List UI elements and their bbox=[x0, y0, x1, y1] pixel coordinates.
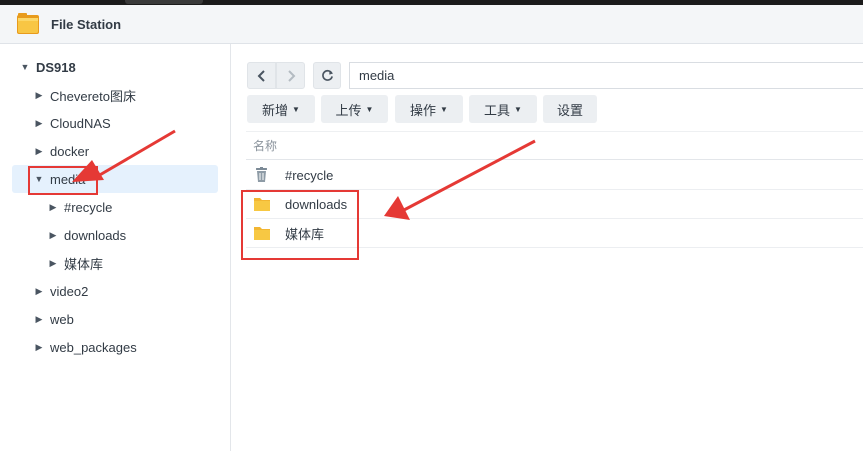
annotation-box-folders bbox=[241, 190, 359, 260]
caret-right-icon[interactable]: ▶ bbox=[34, 90, 44, 101]
dropdown-arrow-icon: ▼ bbox=[292, 104, 300, 114]
forward-button[interactable] bbox=[276, 62, 305, 89]
tools-label: 工具 bbox=[484, 102, 511, 118]
dropdown-arrow-icon: ▼ bbox=[365, 104, 374, 114]
tree-item-label: docker bbox=[50, 143, 90, 159]
refresh-icon bbox=[321, 69, 333, 81]
background-tab[interactable] bbox=[125, 0, 203, 4]
chevron-right-icon bbox=[287, 69, 295, 82]
back-button[interactable] bbox=[247, 62, 276, 89]
tree-item-cloudnas[interactable]: ▶ CloudNAS bbox=[34, 110, 111, 136]
column-header-name[interactable]: 名称 bbox=[246, 131, 863, 160]
tree-item-video2[interactable]: ▶ video2 bbox=[34, 278, 89, 304]
column-name-label: 名称 bbox=[253, 139, 278, 153]
file-name: #recycle bbox=[285, 167, 334, 183]
caret-right-icon[interactable]: ▶ bbox=[34, 342, 44, 353]
tree-item-label: web bbox=[50, 311, 74, 327]
tree-item-web-packages[interactable]: ▶ web_packages bbox=[34, 334, 137, 360]
caret-right-icon[interactable]: ▶ bbox=[48, 230, 58, 241]
folder-tree-sidebar: ▼ DS918 ▶ Chevereto图床 ▶ CloudNAS ▶ docke… bbox=[0, 44, 231, 451]
file-row-recycle[interactable]: #recycle bbox=[246, 161, 863, 190]
caret-down-icon[interactable]: ▼ bbox=[20, 62, 30, 72]
tree-item-docker[interactable]: ▶ docker bbox=[34, 138, 90, 164]
caret-right-icon[interactable]: ▶ bbox=[34, 314, 44, 325]
path-input[interactable]: media bbox=[349, 62, 863, 89]
title-bar: File Station bbox=[0, 5, 863, 44]
create-button[interactable]: 新增 ▼ bbox=[247, 95, 315, 123]
app-title: File Station bbox=[51, 17, 122, 32]
upload-button[interactable]: 上传 ▼ bbox=[321, 95, 388, 123]
caret-right-icon[interactable]: ▶ bbox=[34, 146, 44, 157]
tree-item-label: video2 bbox=[50, 283, 89, 299]
tree-item-media-library[interactable]: ▶ 媒体库 bbox=[48, 250, 103, 276]
settings-label: 设置 bbox=[556, 102, 583, 118]
tree-item-label: Chevereto图床 bbox=[50, 88, 136, 104]
caret-right-icon[interactable]: ▶ bbox=[48, 202, 58, 213]
dropdown-arrow-icon: ▼ bbox=[514, 104, 522, 114]
recycle-bin-icon bbox=[256, 167, 267, 182]
path-value: media bbox=[359, 68, 395, 83]
action-button[interactable]: 操作 ▼ bbox=[395, 95, 463, 123]
tree-item-label: web_packages bbox=[50, 339, 137, 355]
create-label: 新增 bbox=[262, 102, 289, 118]
tree-item-label: #recycle bbox=[64, 199, 113, 215]
tree-item-downloads[interactable]: ▶ downloads bbox=[48, 222, 127, 248]
caret-right-icon[interactable]: ▶ bbox=[48, 258, 58, 269]
caret-right-icon[interactable]: ▶ bbox=[34, 118, 44, 129]
dropdown-arrow-icon: ▼ bbox=[440, 104, 448, 114]
chevron-left-icon bbox=[257, 69, 265, 82]
tools-button[interactable]: 工具 ▼ bbox=[469, 95, 537, 123]
action-label: 操作 bbox=[410, 102, 437, 118]
file-station-icon bbox=[17, 13, 39, 34]
tree-item-label: 媒体库 bbox=[64, 256, 104, 272]
tree-item-label: CloudNAS bbox=[50, 115, 111, 131]
tree-item-label: downloads bbox=[64, 227, 127, 243]
tree-item-web[interactable]: ▶ web bbox=[34, 306, 74, 332]
tree-root-label: DS918 bbox=[36, 59, 76, 75]
upload-label: 上传 bbox=[335, 102, 362, 118]
annotation-box-media bbox=[28, 166, 98, 195]
tree-item-chevereto[interactable]: ▶ Chevereto图床 bbox=[34, 82, 136, 108]
settings-button[interactable]: 设置 bbox=[543, 95, 597, 123]
caret-right-icon[interactable]: ▶ bbox=[34, 286, 44, 297]
tree-root-ds918[interactable]: ▼ DS918 bbox=[20, 54, 76, 80]
refresh-button[interactable] bbox=[313, 62, 341, 89]
tree-item-recycle[interactable]: ▶ #recycle bbox=[48, 194, 113, 220]
